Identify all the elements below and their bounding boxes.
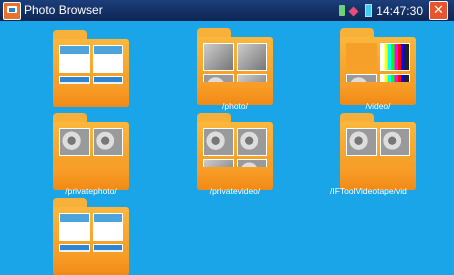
folder-privatephoto[interactable] <box>53 113 129 190</box>
folder-photo[interactable] <box>197 28 273 105</box>
folder-thumbnail <box>92 213 123 241</box>
folder-label: /privatephoto/ <box>65 186 117 196</box>
folder-thumbnail <box>59 128 90 156</box>
battery-icon <box>365 4 373 17</box>
usb-icon <box>350 6 360 16</box>
status-area: 14:47:30 ✕ <box>339 1 448 20</box>
folder-thumbnail <box>92 128 123 156</box>
folder-root[interactable] <box>53 30 129 107</box>
folder-label: /IFToolVideotape/vid <box>330 186 407 196</box>
folder-root-2[interactable] <box>53 198 129 275</box>
folder-thumbnail <box>92 45 123 73</box>
folder-thumbnail <box>59 45 90 73</box>
folder-label: /privatevideo/ <box>209 186 261 196</box>
folder-label: /video/ <box>365 101 391 111</box>
folder-thumbnail <box>59 213 90 241</box>
title-bar: Photo Browser 14:47:30 ✕ <box>0 0 454 21</box>
folder-privatevideo[interactable] <box>197 113 273 190</box>
folder-video[interactable] <box>340 28 416 105</box>
clock: 14:47:30 <box>376 3 423 18</box>
folder-thumbnail <box>236 128 267 156</box>
folder-iftoolvideotape[interactable] <box>340 113 416 190</box>
folder-thumbnail <box>203 128 234 156</box>
photo-browser-app-icon <box>3 2 21 20</box>
folder-thumbnail <box>346 128 377 156</box>
folder-thumbnail <box>236 43 267 71</box>
folder-thumbnail <box>379 43 410 71</box>
sd-card-icon <box>339 5 346 16</box>
folder-label: /photo/ <box>222 101 248 111</box>
folder-thumbnail <box>203 43 234 71</box>
close-button[interactable]: ✕ <box>429 1 448 20</box>
folder-thumbnail <box>379 128 410 156</box>
app-title: Photo Browser <box>24 3 103 17</box>
